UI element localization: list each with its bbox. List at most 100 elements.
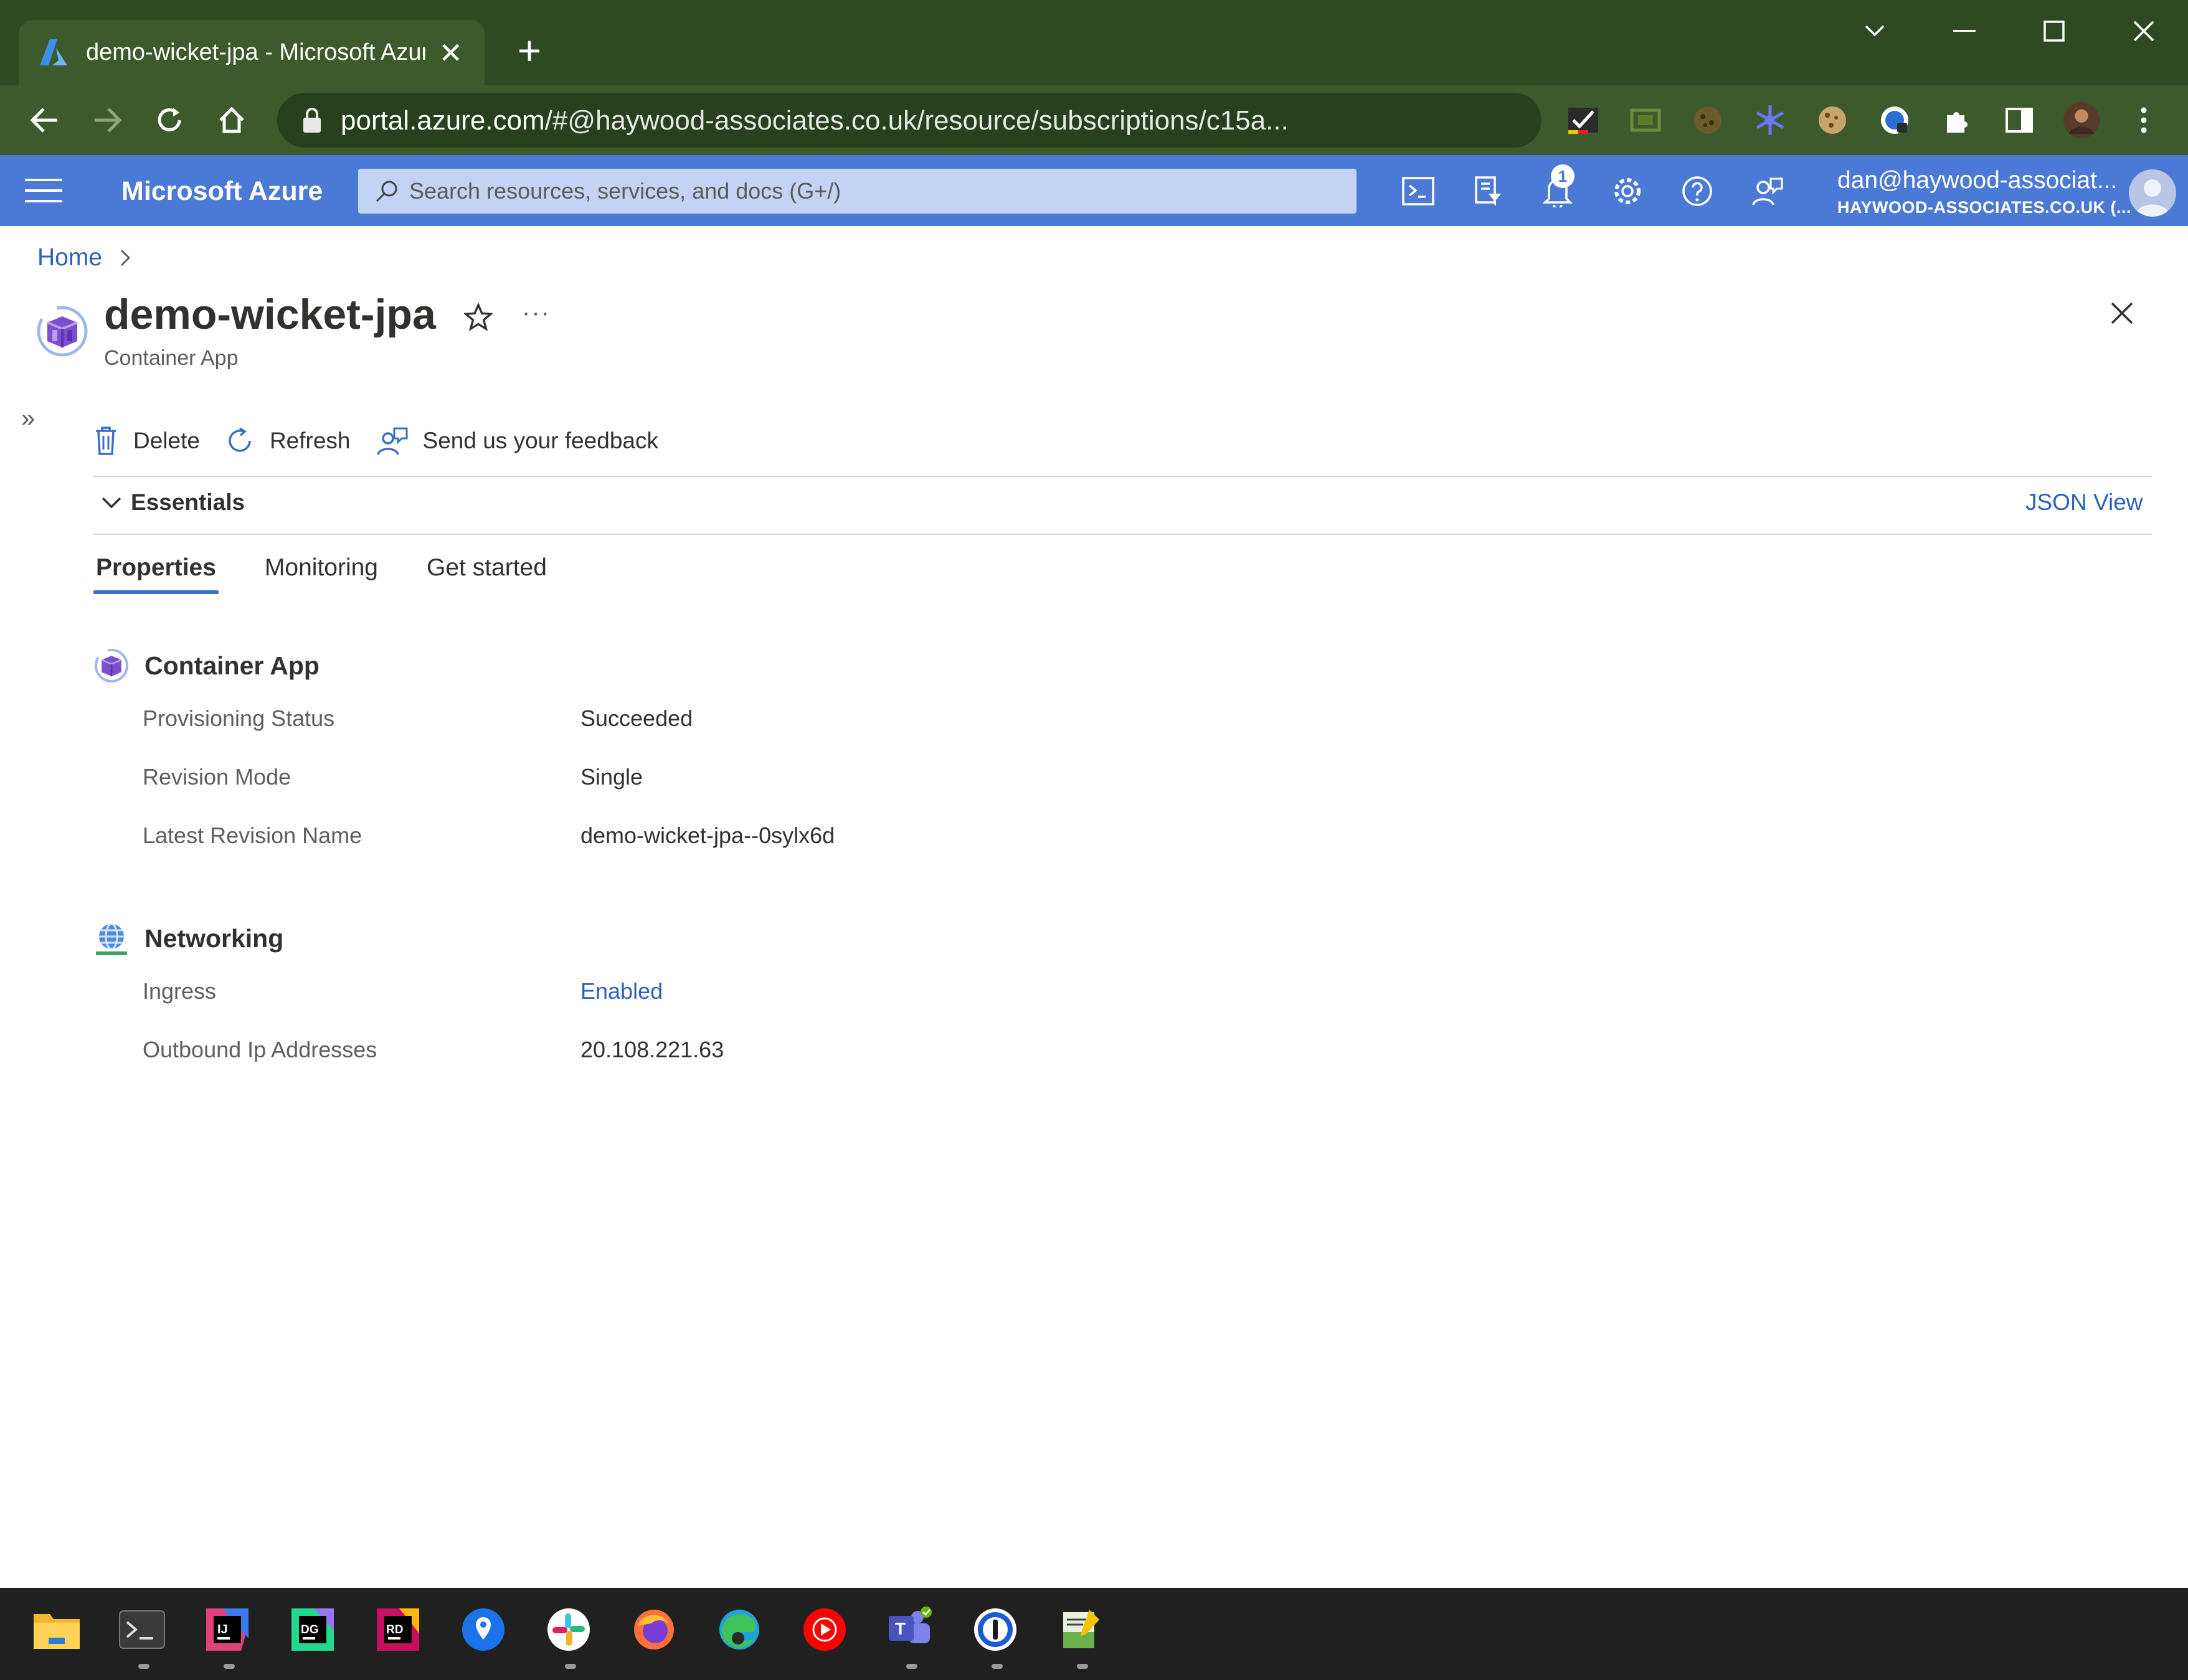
tab-search-icon[interactable]	[1853, 12, 1897, 50]
url-text[interactable]: portal.azure.com/#@haywood-associates.co…	[341, 105, 1561, 136]
cookie-editor-extension-icon[interactable]	[1814, 101, 1851, 139]
outbound-ip-value: 20.108.221.63	[580, 1037, 724, 1062]
profile-avatar-icon[interactable]	[2063, 101, 2100, 139]
search-input[interactable]	[409, 169, 1343, 214]
revision-mode-label: Revision Mode	[143, 764, 291, 790]
datagrip-icon[interactable]: DG	[286, 1603, 339, 1656]
feedback-icon[interactable]	[1747, 171, 1787, 211]
delete-button[interactable]: Delete	[93, 426, 200, 456]
taskbar: IJ DG RD T	[0, 1588, 2188, 1680]
close-window-icon[interactable]	[2122, 12, 2166, 50]
new-tab-button[interactable]: +	[511, 30, 548, 71]
minimize-window-icon[interactable]	[1943, 12, 1986, 50]
notification-count-badge: 1	[1551, 164, 1575, 188]
rider-icon[interactable]: RD	[371, 1603, 425, 1656]
azure-brand[interactable]: Microsoft Azure	[121, 176, 323, 207]
tab-monitoring[interactable]: Monitoring	[262, 554, 381, 594]
snowflake-extension-icon[interactable]	[1751, 101, 1789, 139]
terminal-icon[interactable]	[115, 1603, 169, 1656]
divider	[93, 476, 2152, 477]
back-icon[interactable]	[22, 98, 67, 143]
1password-icon[interactable]	[968, 1603, 1022, 1656]
extensions-puzzle-icon[interactable]	[1938, 101, 1976, 139]
user-avatar-icon	[2135, 179, 2170, 217]
favorite-star-icon[interactable]	[464, 303, 493, 331]
refresh-button[interactable]: Refresh	[225, 426, 351, 456]
edge-icon[interactable]	[713, 1603, 766, 1656]
json-view-link[interactable]: JSON View	[2025, 489, 2143, 516]
url-path: /#@haywood-associates.co.uk/resource/sub…	[544, 105, 1289, 136]
resource-type: Container App	[104, 346, 239, 370]
teams-icon[interactable]: T	[883, 1603, 937, 1656]
trash-icon	[96, 427, 116, 455]
running-indicator	[138, 1664, 149, 1669]
container-app-icon	[37, 306, 88, 357]
maps-pin-icon[interactable]	[457, 1603, 510, 1656]
browser-tab-title: demo-wicket-jpa - Microsoft Azure	[86, 39, 426, 65]
notepad-icon[interactable]	[1054, 1603, 1107, 1656]
portal-menu-icon[interactable]	[25, 176, 62, 205]
maximize-window-icon[interactable]	[2032, 12, 2076, 50]
running-indicator	[992, 1664, 1003, 1669]
breadcrumb: Home	[37, 244, 131, 271]
command-bar: Delete Refresh Send us your feedback	[93, 421, 683, 461]
running-indicator	[1077, 1664, 1088, 1669]
svg-text:T: T	[895, 1619, 906, 1638]
essentials-label: Essentials	[131, 489, 245, 515]
side-panel-icon[interactable]	[2001, 101, 2038, 139]
search-icon	[376, 181, 397, 202]
home-icon[interactable]	[209, 98, 254, 143]
todo-extension-icon[interactable]	[1565, 101, 1602, 139]
provisioning-status-label: Provisioning Status	[143, 706, 335, 731]
expand-resource-menu-icon[interactable]: »	[21, 405, 35, 433]
running-indicator	[906, 1664, 917, 1669]
page-title: demo-wicket-jpa	[104, 291, 436, 338]
ingress-label: Ingress	[143, 978, 217, 1004]
file-explorer-icon[interactable]	[30, 1603, 83, 1656]
cloud-shell-icon[interactable]	[1398, 171, 1438, 211]
svg-text:RD: RD	[386, 1623, 403, 1636]
address-bar[interactable]: portal.azure.com/#@haywood-associates.co…	[277, 93, 1542, 148]
youtube-music-icon[interactable]	[798, 1603, 851, 1656]
browser-tab[interactable]: demo-wicket-jpa - Microsoft Azure ✕	[19, 20, 485, 85]
slack-icon[interactable]	[542, 1603, 595, 1656]
chevron-right-icon	[120, 249, 131, 267]
container-app-icon	[94, 648, 129, 683]
ingress-value-link[interactable]: Enabled	[580, 978, 663, 1004]
reload-icon[interactable]	[147, 98, 192, 143]
azure-search-box[interactable]	[358, 169, 1357, 214]
firefox-icon[interactable]	[627, 1603, 681, 1656]
help-icon[interactable]	[1677, 171, 1717, 211]
chevron-down-icon	[102, 497, 121, 509]
latest-revision-name-value: demo-wicket-jpa--0sylx6d	[580, 823, 835, 848]
close-icon[interactable]	[2110, 301, 2134, 325]
settings-gear-icon[interactable]	[1608, 171, 1647, 211]
forward-icon[interactable]	[85, 98, 130, 143]
tab-properties[interactable]: Properties	[93, 554, 219, 594]
account-menu[interactable]: dan@haywood-associat... HAYWOOD-ASSOCIAT…	[1837, 167, 2131, 217]
essentials-toggle[interactable]: Essentials	[101, 489, 245, 516]
lock-icon[interactable]	[302, 106, 322, 134]
account-avatar[interactable]	[2129, 169, 2176, 217]
networking-globe-icon	[96, 923, 127, 955]
cookie-extension-icon[interactable]	[1689, 101, 1726, 139]
networking-section-header: Networking	[93, 920, 283, 956]
password-extension-icon[interactable]	[1876, 101, 1913, 139]
provisioning-status-value: Succeeded	[580, 706, 693, 731]
close-tab-icon[interactable]: ✕	[435, 36, 466, 70]
browser-menu-icon[interactable]	[2125, 101, 2162, 139]
browser-toolbar: portal.azure.com/#@haywood-associates.co…	[0, 85, 2188, 216]
account-tenant: HAYWOOD-ASSOCIATES.CO.UK (...	[1837, 198, 2132, 217]
send-feedback-button[interactable]: Send us your feedback	[376, 425, 658, 457]
url-host: portal.azure.com	[341, 105, 545, 136]
more-options-icon[interactable]: ···	[522, 299, 551, 327]
breadcrumb-home-link[interactable]: Home	[37, 244, 102, 271]
intellij-icon[interactable]: IJ	[201, 1603, 254, 1656]
screen-capture-extension-icon[interactable]	[1627, 101, 1664, 139]
networking-section-title: Networking	[144, 923, 284, 953]
svg-text:IJ: IJ	[217, 1623, 228, 1636]
account-name: dan@haywood-associat...	[1837, 167, 2118, 194]
directory-filter-icon[interactable]	[1468, 171, 1508, 211]
delete-label: Delete	[133, 428, 200, 453]
tab-get-started[interactable]: Get started	[424, 554, 549, 594]
